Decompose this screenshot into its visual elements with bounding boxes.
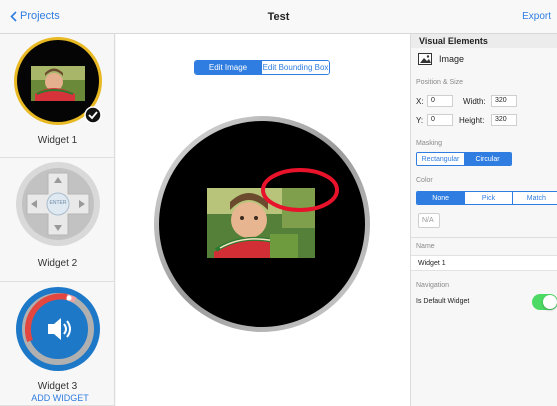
color-section-label: Color — [416, 177, 433, 184]
y-label: Y: — [416, 116, 424, 125]
widget-3-thumbnail — [16, 287, 100, 371]
default-widget-toggle[interactable] — [532, 294, 557, 310]
top-nav-bar: Projects Test Export — [0, 0, 557, 34]
properties-panel: Visual Elements Image Position & Size X:… — [410, 34, 557, 406]
widget-list-sidebar: Widget 1 ENTER Widget 2 Widget 3 ADD WID… — [0, 34, 115, 406]
height-input[interactable]: 320 — [491, 114, 517, 126]
toggle-knob — [543, 295, 557, 309]
navigation-section-label: Navigation — [416, 282, 450, 289]
color-match-option[interactable]: Match — [511, 192, 557, 204]
divider — [411, 237, 557, 238]
dpad-center-label: ENTER — [49, 200, 67, 206]
width-input[interactable]: 320 — [491, 95, 517, 107]
color-pick-option[interactable]: Pick — [464, 192, 512, 204]
widget-name-input[interactable]: Widget 1 — [411, 255, 557, 271]
export-button[interactable]: Export — [522, 11, 551, 22]
widget-preview — [154, 116, 370, 332]
widget-canvas: Edit Image Edit Bounding Box — [116, 34, 410, 406]
position-size-section-label: Position & Size — [416, 79, 464, 86]
widget-photo — [207, 188, 315, 258]
color-none-option[interactable]: None — [417, 192, 465, 204]
color-value-field[interactable]: N/A — [418, 213, 440, 228]
x-input[interactable]: 0 — [427, 95, 453, 107]
masking-circular-option[interactable]: Circular — [464, 153, 511, 165]
masking-segmented-control: Rectangular Circular — [416, 152, 512, 166]
add-widget-button[interactable]: ADD WIDGET — [0, 393, 114, 403]
masking-rectangular-option[interactable]: Rectangular — [417, 153, 464, 165]
widget-list-item-3[interactable]: Widget 3 — [0, 282, 114, 406]
widget-2-label: Widget 2 — [37, 258, 78, 269]
x-label: X: — [416, 97, 424, 106]
widget-list-item-2[interactable]: ENTER Widget 2 — [0, 158, 114, 282]
masking-section-label: Masking — [416, 140, 443, 147]
color-segmented-control: None Pick Match — [416, 191, 557, 205]
page-title: Test — [267, 11, 290, 23]
panel-header: Visual Elements — [411, 34, 557, 48]
name-section-label: Name — [416, 243, 435, 250]
edit-image-tab[interactable]: Edit Image — [195, 61, 261, 74]
edit-bounding-box-tab[interactable]: Edit Bounding Box — [261, 61, 329, 74]
widget-3-label: Widget 3 — [37, 381, 78, 392]
width-label: Width: — [463, 97, 486, 106]
y-input[interactable]: 0 — [427, 114, 453, 126]
edit-mode-segmented-control: Edit Image Edit Bounding Box — [194, 60, 330, 75]
default-widget-label: Is Default Widget — [416, 298, 470, 305]
element-type-label: Image — [439, 54, 465, 64]
widget-1-thumbnail — [14, 37, 102, 125]
widget-1-label: Widget 1 — [37, 135, 78, 146]
height-label: Height: — [459, 116, 485, 125]
image-icon — [418, 53, 432, 65]
widget-list-item-1[interactable]: Widget 1 — [0, 34, 114, 158]
